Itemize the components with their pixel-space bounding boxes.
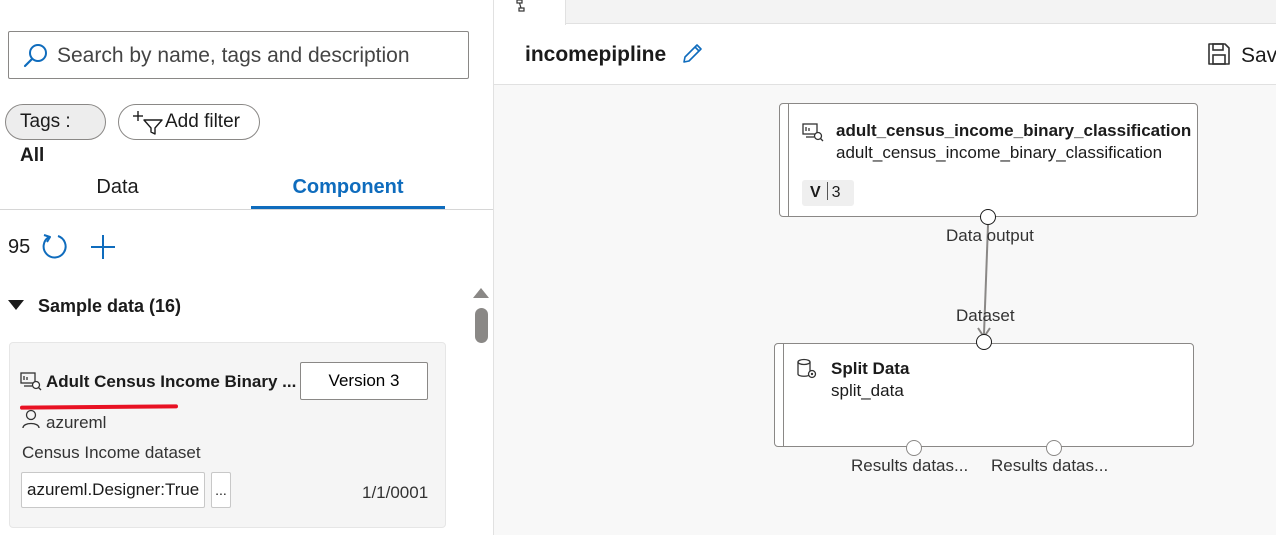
node-status-bar xyxy=(783,344,784,446)
section-label: Sample data (16) xyxy=(38,296,182,316)
document-tab-strip xyxy=(494,0,1276,25)
split-data-node[interactable]: Split Data split_data xyxy=(774,343,1194,447)
save-icon[interactable] xyxy=(1207,42,1231,66)
tab-data[interactable]: Data xyxy=(0,176,235,199)
version-number: 3 xyxy=(831,184,841,201)
component-author: azureml xyxy=(46,413,107,432)
search-icon xyxy=(23,44,47,68)
output-port-label: Data output xyxy=(946,226,1034,245)
output-port-label: Results datas... xyxy=(851,456,969,475)
dataset-node[interactable]: adult_census_income_binary_classificatio… xyxy=(779,103,1198,217)
dataset-component-icon xyxy=(802,123,824,142)
dataset-component-icon xyxy=(20,372,42,391)
node-title: adult_census_income_binary_classificatio… xyxy=(836,121,1192,140)
component-count: 95 xyxy=(8,236,31,258)
user-icon xyxy=(22,409,40,429)
version-button[interactable]: Version 3 xyxy=(300,362,428,400)
tab-component[interactable]: Component xyxy=(251,176,445,199)
version-letter: V xyxy=(810,184,821,201)
component-card-title[interactable]: Adult Census Income Binary ... xyxy=(46,372,296,392)
red-underline-annotation xyxy=(19,404,179,410)
edit-title-icon[interactable] xyxy=(680,42,704,66)
node-subtitle: adult_census_income_binary_classificatio… xyxy=(836,143,1163,162)
component-card[interactable]: Adult Census Income Binary ... Version 3… xyxy=(9,342,446,528)
tags-filter-pill[interactable]: Tags : All xyxy=(5,104,106,166)
node-title: Split Data xyxy=(831,359,910,378)
tab-divider xyxy=(0,209,493,210)
search-input[interactable]: Search by name, tags and description xyxy=(57,44,410,68)
component-date: 1/1/0001 xyxy=(362,483,429,502)
pipeline-title: incomepipline xyxy=(525,43,667,66)
scrollbar-thumb[interactable] xyxy=(475,308,488,343)
more-tags-button[interactable]: ... xyxy=(211,472,231,508)
version-separator xyxy=(826,182,828,200)
add-filter-button[interactable]: Add filter xyxy=(118,104,260,140)
node-subtitle: split_data xyxy=(831,381,904,400)
add-icon[interactable] xyxy=(89,233,117,261)
tags-filter-value: All xyxy=(20,145,45,166)
input-port[interactable] xyxy=(976,334,992,350)
node-status-bar xyxy=(788,104,789,216)
search-box[interactable]: Search by name, tags and description xyxy=(8,31,469,79)
pipeline-canvas[interactable]: adult_census_income_binary_classificatio… xyxy=(494,85,1276,535)
scroll-up-arrow[interactable] xyxy=(473,288,489,298)
sample-data-section-header[interactable]: Sample data (16) xyxy=(8,296,181,317)
refresh-icon[interactable] xyxy=(40,232,68,260)
collapse-caret-icon xyxy=(8,300,24,310)
output-port-label: Results datas... xyxy=(991,456,1109,475)
pipeline-tab-icon xyxy=(516,0,525,12)
output-port[interactable] xyxy=(1046,440,1062,456)
component-tag-chip[interactable]: azureml.Designer:True xyxy=(21,472,205,508)
add-filter-label: Add filter xyxy=(165,111,240,132)
output-port[interactable] xyxy=(906,440,922,456)
pipeline-designer: incomepipline Save adult_census_income_b… xyxy=(494,0,1276,535)
output-port[interactable] xyxy=(980,209,996,225)
input-port-label: Dataset xyxy=(956,306,1015,325)
document-tab[interactable] xyxy=(494,0,566,25)
module-gear-icon xyxy=(797,358,817,379)
tags-filter-label: Tags : xyxy=(20,111,71,132)
component-description: Census Income dataset xyxy=(22,443,201,462)
version-badge: V3 xyxy=(802,180,854,206)
save-button[interactable]: Save xyxy=(1241,44,1276,68)
asset-library-panel: Search by name, tags and description Tag… xyxy=(0,0,494,535)
add-filter-icon xyxy=(133,111,163,135)
